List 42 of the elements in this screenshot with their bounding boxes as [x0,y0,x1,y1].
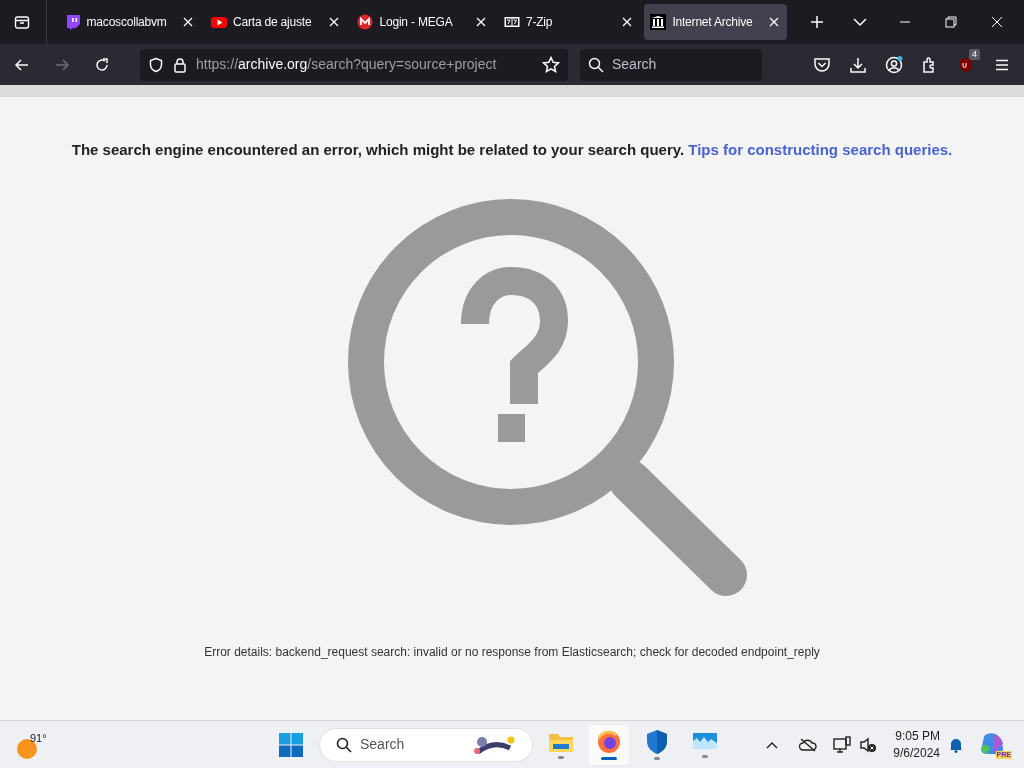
mega-icon [357,14,374,30]
browser-tab[interactable]: Internet Archive [644,4,787,40]
ublock-button[interactable]: 4 [948,48,984,81]
tray-icon [13,14,30,30]
shield-icon [148,56,164,73]
shield-icon [958,56,974,73]
archive-file-icon [503,14,520,30]
clock[interactable]: 9:05 PM 9/6/2024 [893,728,940,761]
address-bar[interactable]: https://archive.org/search?query=source+project [140,48,568,81]
pocket-icon [813,55,831,74]
reload-icon [94,56,110,73]
taskbar-search-field[interactable]: Search [319,727,533,762]
search-icon [588,56,604,73]
temple-icon [650,14,667,30]
windows-logo-icon [279,732,303,757]
error-message: The search engine encountered an error, which might be related to your search query. Tips for constructing search queries. [71,140,953,160]
search-field[interactable]: Search [580,48,762,81]
account-icon [884,54,904,75]
play-icon [211,14,227,30]
twitch-icon [64,14,81,30]
bookmark-star-icon[interactable] [542,55,560,74]
firefox-icon [596,729,622,755]
lock-icon [172,56,188,73]
shield-icon [645,729,669,755]
url-text: https://archive.org/search?query=source+project [196,55,497,74]
plus-icon [808,14,825,30]
search-icon [336,736,352,753]
download-icon [849,55,867,74]
error-details: Error details: backend_request search: invalid or no response from Elasticsearch; check for decoded endpoint_reply [204,643,820,661]
weather-widget[interactable]: 91° [16,729,56,760]
star-icon [542,55,560,74]
back-arrow-icon [14,56,30,73]
browser-tab[interactable]: Carta de ajuste [205,4,348,40]
badge-count: 4 [969,48,980,60]
close-icon [991,16,1003,28]
browser-tab[interactable]: macoscollabvm [58,4,201,40]
taskbar-app-button[interactable] [589,724,629,765]
restore-icon [945,16,957,28]
forward-arrow-icon [54,56,70,73]
browser-tab[interactable]: Login - MEGA [351,4,494,40]
tips-link[interactable]: Tips for constructing search queries. [688,141,953,158]
browser-tab[interactable]: 7-Zip [497,4,641,40]
